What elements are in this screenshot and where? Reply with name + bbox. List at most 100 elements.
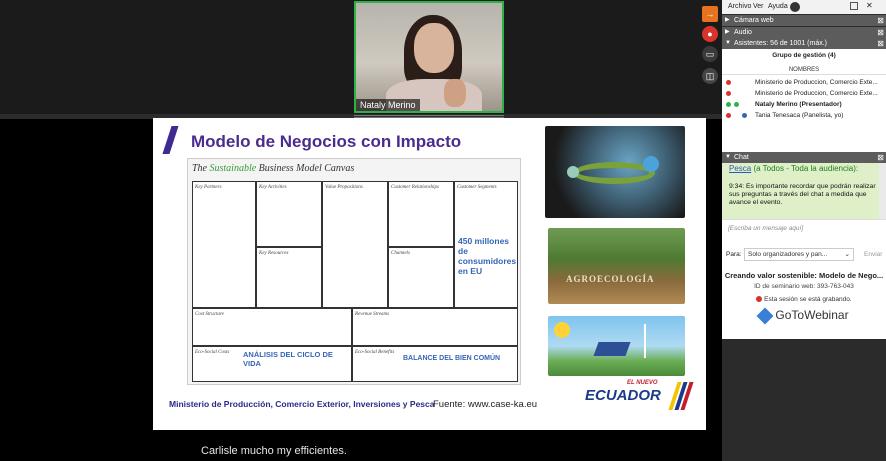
attendee-name: Ministerio de Produccion, Comercio Exte.… [755, 79, 878, 86]
microphone-icon [726, 102, 731, 107]
attendee-name: Ministerio de Produccion, Comercio Exte.… [755, 90, 878, 97]
webinar-title: Creando valor sostenible: Modelo de Nego… [724, 271, 884, 280]
panel-close-icon[interactable]: ⊠ [877, 38, 884, 49]
attendee-row[interactable]: Ministerio de Produccion, Comercio Exte.… [722, 77, 886, 88]
collapse-triangle-icon: ▼ [725, 154, 731, 160]
cell-customer-relationships: Customer Relationships [388, 181, 454, 247]
brand-text: GoToWebinar [775, 308, 849, 322]
menu-ver[interactable]: Ver [753, 3, 764, 10]
slide-accent-bar [162, 126, 179, 154]
cell-eco-social-benefits: Eco-Social Benefits BALANCE DEL BIEN COM… [352, 346, 518, 382]
cell-key-activities: Key Activities [256, 181, 322, 247]
cell-eco-social-costs: Eco-Social Costs ANÁLISIS DEL CICLO DE V… [192, 346, 352, 382]
attendee-row[interactable]: Ministerio de Produccion, Comercio Exte.… [722, 88, 886, 99]
canvas-title: The Sustainable Business Model Canvas [192, 163, 355, 174]
attendee-column-header[interactable]: NOMBRES [722, 65, 886, 75]
microphone-icon [726, 80, 731, 85]
menu-bar: Archivo Ver Ayuda ✕ [722, 0, 886, 14]
cell-channels: Channels [388, 247, 454, 308]
chat-audience: (a Todos - Toda la audiencia): [751, 164, 859, 173]
chat-scrollbar[interactable] [879, 163, 886, 219]
close-window-icon[interactable]: ✕ [866, 1, 873, 10]
collapse-triangle-icon: ▼ [725, 40, 731, 46]
panel-close-icon[interactable]: ⊠ [877, 152, 884, 163]
slide-title: Modelo de Negocios con Impacto [191, 132, 462, 151]
cell-cost-structure: Cost Structure [192, 308, 352, 346]
cell-key-resources: Key Resources [256, 247, 322, 308]
attendee-group[interactable]: Grupo de gestión (4) [722, 52, 886, 59]
send-button[interactable]: Enviar [864, 251, 882, 258]
el-nuevo-ecuador-logo: EL NUEVO ECUADOR [583, 380, 694, 412]
webcam-icon[interactable]: ▭ [702, 46, 718, 62]
recipient-select[interactable]: Solo organizadores y pan... ⌄ [744, 248, 854, 261]
screen-share-icon[interactable]: ◫ [702, 68, 718, 84]
cell-customer-segments: Customer Segments 450 millones de consum… [454, 181, 518, 308]
cell-key-partners: Key Partners [192, 181, 256, 308]
panel-camara-label: Cámara web [734, 17, 774, 24]
chat-input[interactable]: [Escriba un mensaje aquí] [722, 219, 886, 245]
recipient-label: Para: [726, 251, 742, 258]
source-footer: Fuente: www.case-ka.eu [433, 399, 538, 410]
presenter-hand [444, 79, 466, 107]
recipient-value: Solo organizadores y pan... [748, 251, 828, 258]
recording-text: Esta sesión se está grabando. [764, 296, 852, 303]
chat-time: 9:34: [729, 183, 745, 190]
chevron-down-icon: ⌄ [844, 251, 850, 258]
presenter-face [414, 23, 454, 73]
photo-agroecologia: AGROECOLOGÍA [548, 228, 685, 304]
benefits-highlight: BALANCE DEL BIEN COMÚN [403, 355, 501, 362]
expand-triangle-icon: ▶ [725, 17, 730, 23]
panel-close-icon[interactable]: ⊠ [877, 15, 884, 26]
menu-archivo[interactable]: Archivo [728, 3, 751, 10]
menu-ayuda[interactable]: Ayuda [768, 3, 788, 10]
gotowebinar-menu-icon[interactable] [790, 2, 800, 12]
globe-icon-small [567, 166, 579, 178]
chat-sender[interactable]: Pesca [729, 164, 751, 173]
presentation-slide: Modelo de Negocios con Impacto The Susta… [153, 118, 706, 430]
gotowebinar-logo-icon [756, 307, 774, 325]
webcam-name-label: Nataly Merino [356, 99, 420, 111]
collapse-arrow-icon[interactable]: → [702, 6, 718, 22]
webcam-icon [742, 113, 747, 118]
recording-icon [756, 296, 763, 303]
panel-audio[interactable]: ▶ Audio ⊠ [722, 27, 886, 38]
panel-camara-web[interactable]: ▶ Cámara web ⊠ [722, 15, 886, 26]
attendee-row[interactable]: Tania Tenesaca (Panelista, yo) [722, 110, 886, 121]
panel-asistentes[interactable]: ▼ Asistentes: 56 de 1001 (máx.) ⊠ [722, 38, 886, 49]
panel-audio-label: Audio [734, 29, 752, 36]
webcam-video[interactable]: Nataly Merino [354, 1, 504, 113]
chat-sender-line: Pesca (a Todos - Toda la audiencia): [729, 164, 877, 173]
logo-big-text: ECUADOR [585, 387, 661, 404]
minimize-icon[interactable] [850, 2, 858, 10]
panel-chat-label: Chat [734, 154, 749, 161]
control-panel-toolbar: → ● ▭ ◫ [700, 4, 722, 94]
panel-close-icon[interactable]: ⊠ [877, 27, 884, 38]
globe-icon [643, 156, 659, 172]
panel-asistentes-label: Asistentes: 56 de 1001 (máx.) [734, 40, 827, 47]
logo-small-text: EL NUEVO [627, 380, 658, 386]
photo-hand-with-globes [545, 126, 685, 218]
wind-turbine-icon [644, 324, 646, 358]
attendee-row[interactable]: Nataly Merino (Presentador) [722, 99, 886, 110]
microphone-icon [726, 113, 731, 118]
webinar-id: ID de seminario web: 393-763-043 [754, 283, 854, 290]
chat-message: Pesca (a Todos - Toda la audiencia): 9:3… [722, 163, 879, 219]
sun-icon [554, 322, 570, 338]
chat-input-placeholder: [Escriba un mensaje aquí] [728, 225, 804, 232]
chat-recipient-row: Para: Solo organizadores y pan... ⌄ Envia… [722, 245, 886, 265]
photo-renewable-energy [548, 316, 685, 376]
agroecologia-label: AGROECOLOGÍA [566, 274, 655, 284]
costs-highlight: ANÁLISIS DEL CICLO DE VIDA [243, 350, 333, 368]
attendee-name: Tania Tenesaca (Panelista, yo) [755, 112, 844, 119]
attendee-list: Grupo de gestión (4) NOMBRES Ministerio … [722, 49, 886, 153]
microphone-icon [726, 91, 731, 96]
live-caption: Carlisle mucho my efficientes. [201, 445, 347, 457]
solar-panel-icon [593, 342, 631, 356]
cell-value-propositions: Value Propositions [322, 181, 388, 308]
chat-message-text: Es importante recordar que podrán realiz… [729, 183, 876, 206]
panel-chat[interactable]: ▼ Chat ⊠ [722, 152, 886, 163]
expand-triangle-icon: ▶ [725, 29, 730, 35]
ministerio-footer: Ministerio de Producción, Comercio Exter… [169, 399, 435, 409]
microphone-icon[interactable]: ● [702, 26, 718, 42]
webinar-info: Creando valor sostenible: Modelo de Nego… [722, 265, 886, 339]
